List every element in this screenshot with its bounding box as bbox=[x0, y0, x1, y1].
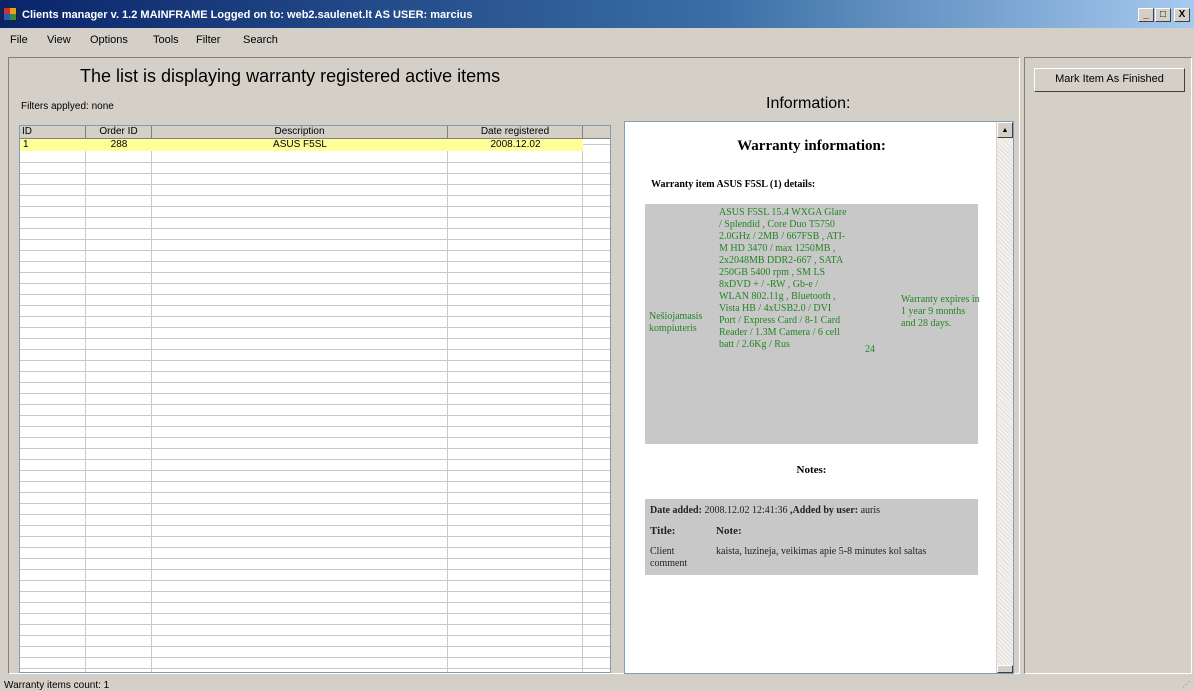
item-category: Nešiojamasis kompiuteris bbox=[649, 311, 703, 334]
menu-search[interactable]: Search bbox=[243, 34, 278, 46]
item-details-box: Nešiojamasis kompiuteris ASUS F5SL 15.4 … bbox=[645, 204, 980, 444]
status-bar: Warranty items count: 1 ⋰ bbox=[0, 678, 1194, 691]
title-bar: Clients manager v. 1.2 MAINFRAME Logged … bbox=[0, 0, 1194, 28]
menu-tools[interactable]: Tools bbox=[153, 34, 179, 46]
added-by-user: auris bbox=[860, 505, 881, 516]
menu-view[interactable]: View bbox=[47, 34, 71, 46]
column-divider bbox=[447, 139, 448, 672]
scroll-up-arrow-icon[interactable]: ▲ bbox=[997, 122, 1013, 138]
column-header-description[interactable]: Description bbox=[152, 126, 448, 139]
minimize-button[interactable]: _ bbox=[1138, 8, 1154, 22]
column-header-order-id[interactable]: Order ID bbox=[86, 126, 152, 139]
mark-item-finished-button[interactable]: Mark Item As Finished bbox=[1034, 68, 1185, 92]
menu-options[interactable]: Options bbox=[90, 34, 128, 46]
list-title: The list is displaying warranty register… bbox=[80, 66, 501, 86]
note-meta: Date added: 2008.12.02 12:41:36 ,Added b… bbox=[650, 505, 880, 516]
status-text: Warranty items count: 1 bbox=[4, 680, 110, 691]
column-header-filler bbox=[583, 126, 610, 139]
column-header-id[interactable]: ID bbox=[20, 126, 86, 139]
cell-date-registered: 2008.12.02 bbox=[490, 139, 541, 150]
filters-label: Filters applyed: none bbox=[21, 101, 114, 112]
window-title: Clients manager v. 1.2 MAINFRAME Logged … bbox=[22, 9, 473, 21]
maximize-button[interactable]: □ bbox=[1155, 8, 1171, 22]
warranty-items-table[interactable]: ID Order ID Description Date registered … bbox=[19, 125, 611, 673]
actions-panel bbox=[1024, 57, 1192, 674]
table-row[interactable]: 1 288 ASUS F5SL 2008.12.02 bbox=[20, 139, 583, 151]
date-added-label: Date added: bbox=[650, 505, 702, 516]
cell-description: ASUS F5SL bbox=[273, 139, 327, 150]
column-divider bbox=[85, 139, 86, 672]
note-entry: Date added: 2008.12.02 12:41:36 ,Added b… bbox=[645, 499, 978, 575]
information-view[interactable]: Warranty information: Warranty item ASUS… bbox=[624, 121, 1014, 674]
note-text: kaista, luzineja, veikimas apie 5-8 minu… bbox=[716, 546, 927, 557]
scroll-thumb[interactable] bbox=[997, 665, 1013, 673]
cell-id: 1 bbox=[23, 139, 29, 150]
resize-grip-icon[interactable]: ⋰ bbox=[1182, 680, 1192, 690]
menu-bar: File View Options Tools Filter Search bbox=[0, 28, 1194, 52]
note-text-header: Note: bbox=[716, 525, 742, 537]
close-button[interactable]: X bbox=[1174, 8, 1190, 22]
cell-order-id: 288 bbox=[110, 139, 128, 150]
information-heading: Information: bbox=[766, 95, 851, 112]
note-title-header: Title: bbox=[650, 525, 676, 537]
menu-file[interactable]: File bbox=[10, 34, 28, 46]
column-divider bbox=[582, 139, 583, 672]
date-added-value: 2008.12.02 12:41:36 bbox=[704, 505, 788, 516]
item-specs: ASUS F5SL 15.4 WXGA Glare / Splendid , C… bbox=[719, 207, 847, 350]
added-by-label: ,Added by user: bbox=[790, 505, 859, 516]
column-header-date-registered[interactable]: Date registered bbox=[448, 126, 583, 139]
note-title: Client comment bbox=[650, 546, 688, 569]
warranty-months: 24 bbox=[865, 344, 875, 355]
warranty-expiry: Warranty expires in 1 year 9 months and … bbox=[901, 294, 980, 329]
warranty-details-heading: Warranty item ASUS F5SL (1) details: bbox=[651, 179, 816, 190]
warranty-information-title: Warranty information: bbox=[737, 138, 886, 154]
column-divider bbox=[151, 139, 152, 672]
notes-heading: Notes: bbox=[796, 464, 827, 476]
vertical-scrollbar[interactable]: ▲ bbox=[996, 122, 1013, 673]
app-icon bbox=[3, 7, 17, 21]
menu-filter[interactable]: Filter bbox=[196, 34, 220, 46]
